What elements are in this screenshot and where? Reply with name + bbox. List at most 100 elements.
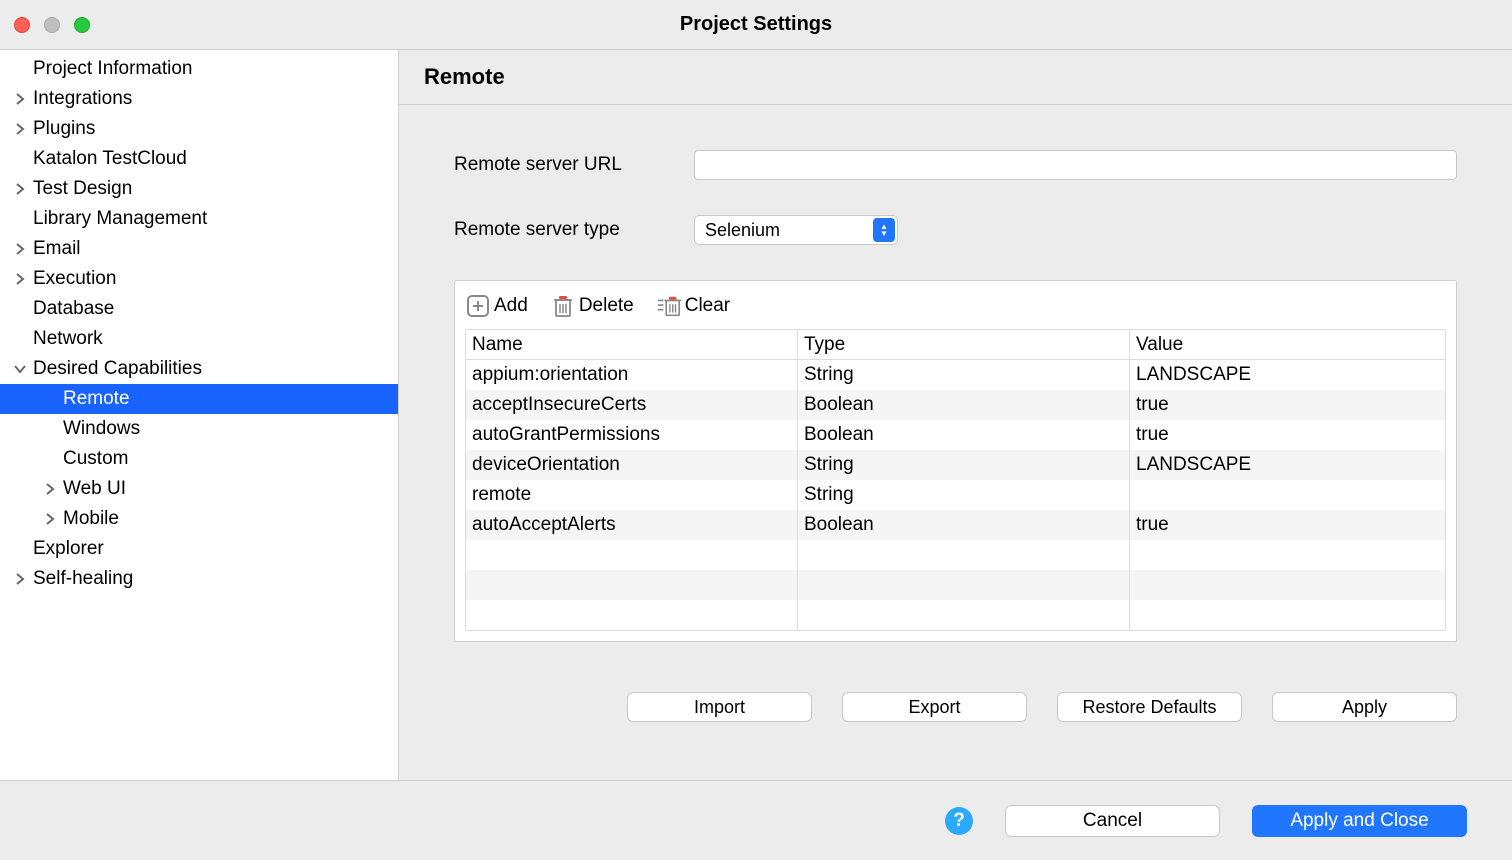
cell-value[interactable] xyxy=(1130,480,1445,510)
sidebar-item-label: Explorer xyxy=(33,538,104,560)
sidebar-item-windows[interactable]: Windows xyxy=(0,414,398,444)
cell-value[interactable] xyxy=(1130,600,1445,630)
cell-type[interactable]: Boolean xyxy=(798,420,1130,450)
chevron-right-icon[interactable] xyxy=(37,483,63,495)
cell-type[interactable] xyxy=(798,600,1130,630)
chevron-down-icon[interactable] xyxy=(7,363,33,375)
chevron-right-icon[interactable] xyxy=(7,273,33,285)
table-row[interactable]: appium:orientationStringLANDSCAPE xyxy=(466,360,1445,390)
sidebar-item-label: Web UI xyxy=(63,478,126,500)
remote-type-row: Remote server type Selenium ▲▼ xyxy=(454,215,1457,245)
cell-value[interactable]: true xyxy=(1130,390,1445,420)
sidebar-item-database[interactable]: Database xyxy=(0,294,398,324)
sidebar-item-email[interactable]: Email xyxy=(0,234,398,264)
cell-name[interactable]: autoGrantPermissions xyxy=(466,420,798,450)
help-icon[interactable]: ? xyxy=(945,807,973,835)
sidebar-item-self-healing[interactable]: Self-healing xyxy=(0,564,398,594)
sidebar-item-network[interactable]: Network xyxy=(0,324,398,354)
sidebar-item-label: Custom xyxy=(63,448,128,470)
capabilities-panel: Add Delete Clear xyxy=(454,280,1457,642)
table-row-empty[interactable] xyxy=(466,600,1445,630)
apply-close-button[interactable]: Apply and Close xyxy=(1252,805,1467,837)
sidebar-item-label: Network xyxy=(33,328,103,350)
sidebar-item-custom[interactable]: Custom xyxy=(0,444,398,474)
table-row-empty[interactable] xyxy=(466,570,1445,600)
apply-button[interactable]: Apply xyxy=(1272,692,1457,722)
sidebar-item-remote[interactable]: Remote xyxy=(0,384,398,414)
sidebar-item-label: Project Information xyxy=(33,58,192,80)
cancel-button[interactable]: Cancel xyxy=(1005,805,1220,837)
cell-type[interactable] xyxy=(798,540,1130,570)
close-window-icon[interactable] xyxy=(14,17,30,33)
table-row[interactable]: acceptInsecureCertsBooleantrue xyxy=(466,390,1445,420)
minimize-window-icon[interactable] xyxy=(44,17,60,33)
remote-url-input[interactable] xyxy=(694,150,1457,180)
clear-icon xyxy=(656,293,682,319)
cell-name[interactable] xyxy=(466,540,798,570)
sidebar-item-label: Execution xyxy=(33,268,116,290)
col-header-type[interactable]: Type xyxy=(798,330,1130,359)
cell-type[interactable] xyxy=(798,570,1130,600)
chevron-right-icon[interactable] xyxy=(7,573,33,585)
cell-name[interactable]: appium:orientation xyxy=(466,360,798,390)
cell-type[interactable]: String xyxy=(798,450,1130,480)
cell-value[interactable]: true xyxy=(1130,420,1445,450)
cell-name[interactable]: deviceOrientation xyxy=(466,450,798,480)
sidebar-item-execution[interactable]: Execution xyxy=(0,264,398,294)
table-row-empty[interactable] xyxy=(466,540,1445,570)
sidebar-item-label: Integrations xyxy=(33,88,132,110)
cell-name[interactable]: remote xyxy=(466,480,798,510)
cell-value[interactable]: LANDSCAPE xyxy=(1130,360,1445,390)
cell-name[interactable]: acceptInsecureCerts xyxy=(466,390,798,420)
sidebar-item-katalon-testcloud[interactable]: Katalon TestCloud xyxy=(0,144,398,174)
cell-value[interactable]: LANDSCAPE xyxy=(1130,450,1445,480)
sidebar-item-library-management[interactable]: Library Management xyxy=(0,204,398,234)
table-row[interactable]: autoGrantPermissionsBooleantrue xyxy=(466,420,1445,450)
sidebar-item-mobile[interactable]: Mobile xyxy=(0,504,398,534)
chevron-right-icon[interactable] xyxy=(7,183,33,195)
chevron-right-icon[interactable] xyxy=(37,513,63,525)
cell-name[interactable]: autoAcceptAlerts xyxy=(466,510,798,540)
cell-type[interactable]: String xyxy=(798,480,1130,510)
cell-value[interactable] xyxy=(1130,540,1445,570)
capabilities-table: Name Type Value appium:orientationString… xyxy=(465,329,1446,631)
remote-url-row: Remote server URL xyxy=(454,150,1457,180)
table-row[interactable]: deviceOrientationStringLANDSCAPE xyxy=(466,450,1445,480)
sidebar-item-project-information[interactable]: Project Information xyxy=(0,54,398,84)
cell-name[interactable] xyxy=(466,570,798,600)
restore-defaults-button[interactable]: Restore Defaults xyxy=(1057,692,1242,722)
titlebar: Project Settings xyxy=(0,0,1512,50)
remote-type-label: Remote server type xyxy=(454,219,694,241)
maximize-window-icon[interactable] xyxy=(74,17,90,33)
export-button[interactable]: Export xyxy=(842,692,1027,722)
col-header-value[interactable]: Value xyxy=(1130,330,1445,359)
settings-tree: Project Information Integrations PluginsKa… xyxy=(0,50,398,780)
sidebar-item-label: Library Management xyxy=(33,208,207,230)
sidebar-item-explorer[interactable]: Explorer xyxy=(0,534,398,564)
chevron-right-icon[interactable] xyxy=(7,93,33,105)
sidebar-item-integrations[interactable]: Integrations xyxy=(0,84,398,114)
chevron-right-icon[interactable] xyxy=(7,243,33,255)
cell-name[interactable] xyxy=(466,600,798,630)
cell-type[interactable]: Boolean xyxy=(798,390,1130,420)
col-header-name[interactable]: Name xyxy=(466,330,798,359)
cell-type[interactable]: Boolean xyxy=(798,510,1130,540)
sidebar-item-plugins[interactable]: Plugins xyxy=(0,114,398,144)
delete-label: Delete xyxy=(579,295,634,317)
sidebar-item-test-design[interactable]: Test Design xyxy=(0,174,398,204)
chevron-right-icon[interactable] xyxy=(7,123,33,135)
remote-type-value: Selenium xyxy=(705,220,780,241)
import-button[interactable]: Import xyxy=(627,692,812,722)
clear-button[interactable]: Clear xyxy=(656,293,730,319)
delete-button[interactable]: Delete xyxy=(550,293,634,319)
plus-icon xyxy=(465,293,491,319)
table-row[interactable]: autoAcceptAlertsBooleantrue xyxy=(466,510,1445,540)
cell-value[interactable] xyxy=(1130,570,1445,600)
cell-value[interactable]: true xyxy=(1130,510,1445,540)
remote-type-select[interactable]: Selenium ▲▼ xyxy=(694,215,898,245)
cell-type[interactable]: String xyxy=(798,360,1130,390)
sidebar-item-web-ui[interactable]: Web UI xyxy=(0,474,398,504)
add-button[interactable]: Add xyxy=(465,293,528,319)
sidebar-item-desired-capabilities[interactable]: Desired Capabilities xyxy=(0,354,398,384)
table-row[interactable]: remoteString xyxy=(466,480,1445,510)
